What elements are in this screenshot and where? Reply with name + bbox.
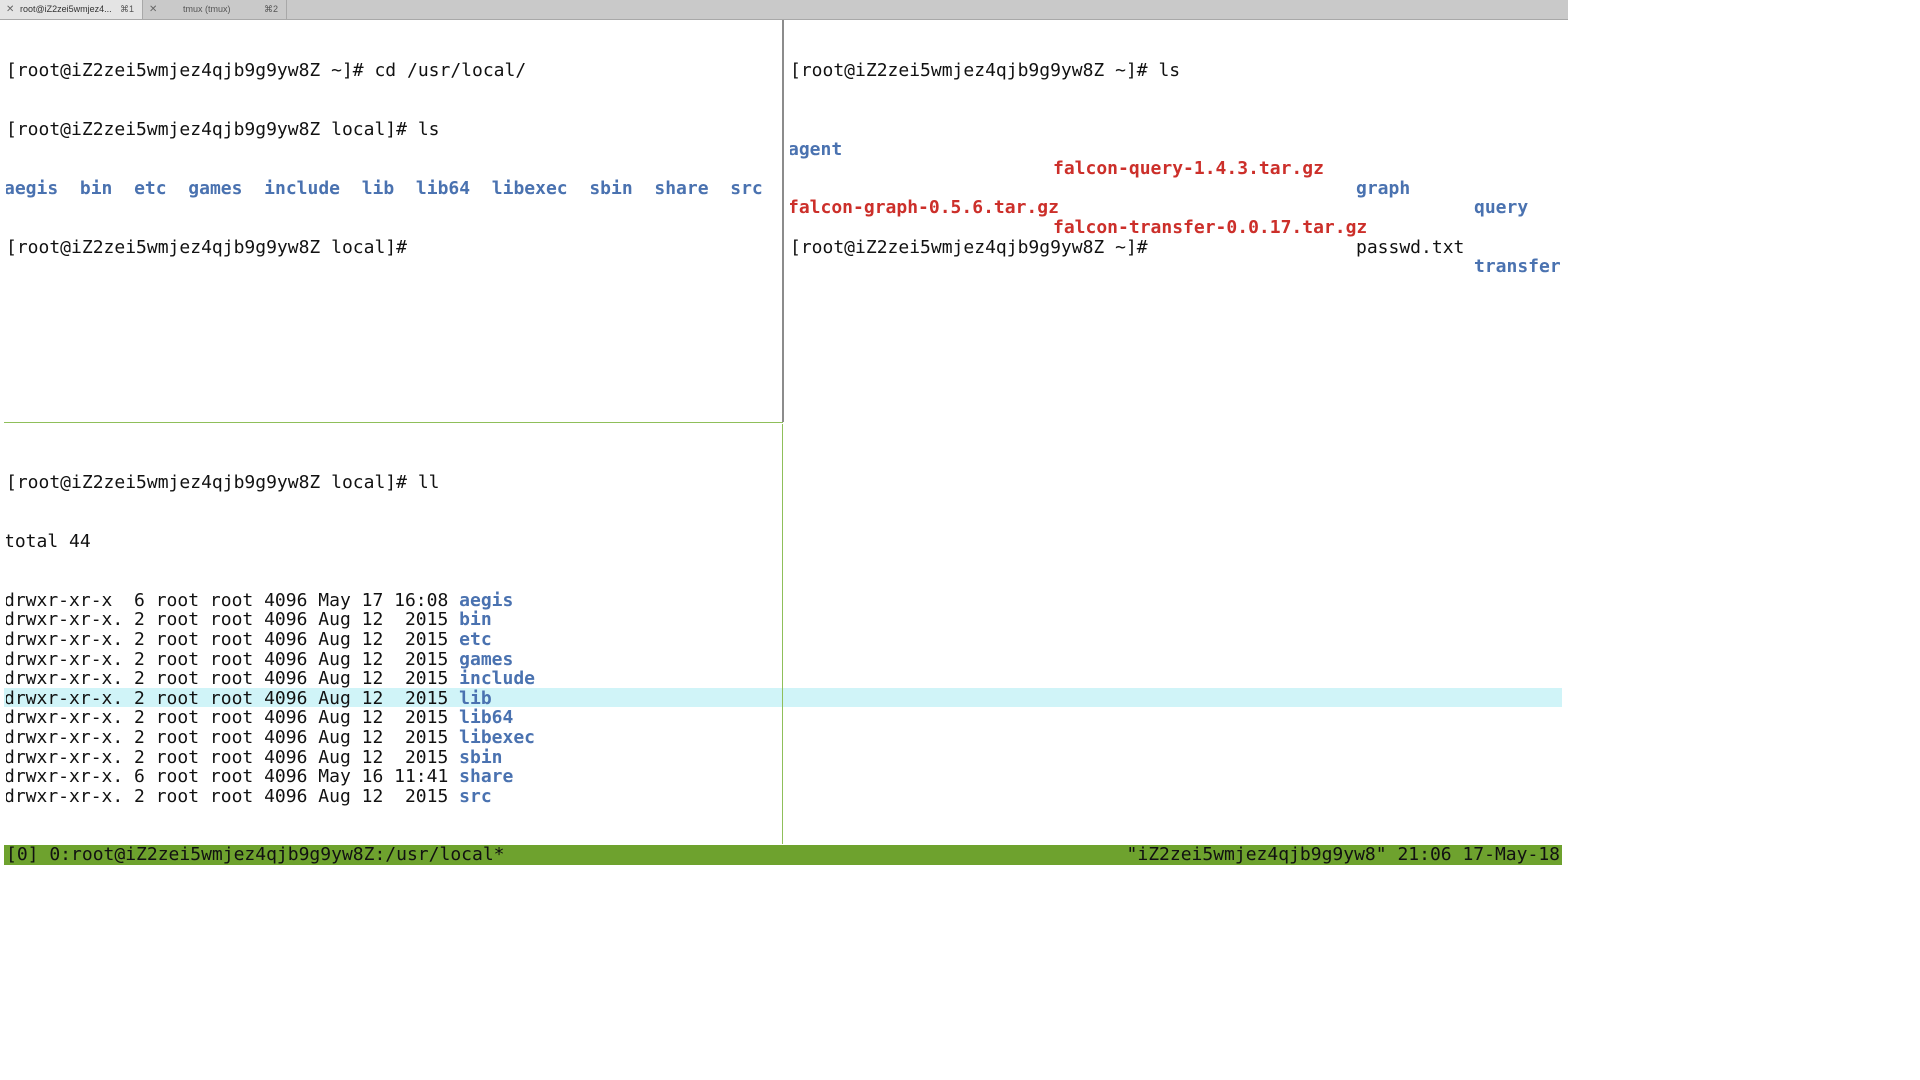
dir-entry: src — [730, 177, 763, 199]
archive-entry: falcon-transfer-0.0.17.tar.gz — [1053, 216, 1368, 238]
dir-entry: share — [459, 766, 514, 788]
shell-prompt: [root@iZ2zei5wmjez4qjb9g9yw8Z ~]# — [790, 60, 1159, 82]
command-text: ll — [417, 472, 440, 494]
shell-prompt: [root@iZ2zei5wmjez4qjb9g9yw8Z local]# — [6, 236, 418, 258]
status-window-list[interactable]: [0] 0:root@iZ2zei5wmjez4qjb9g9yw8Z:/usr/… — [6, 845, 505, 865]
shell-prompt: [root@iZ2zei5wmjez4qjb9g9yw8Z local]# — [6, 118, 418, 140]
close-tab-icon[interactable]: ✕ — [6, 0, 14, 19]
terminal-pane-top-left[interactable]: [root@iZ2zei5wmjez4qjb9g9yw8Z ~]# cd /us… — [6, 22, 780, 420]
dir-entry: transfer — [1474, 256, 1561, 278]
ll-listing: drwxr-xr-x 6 root root 4096 May 17 16:08… — [6, 589, 780, 807]
shell-prompt: [root@iZ2zei5wmjez4qjb9g9yw8Z ~]# — [790, 236, 1159, 258]
terminal-line: [root@iZ2zei5wmjez4qjb9g9yw8Z local]# ls — [6, 120, 780, 140]
dir-entry: games — [188, 177, 243, 199]
ls-output-line: aegis bin etc games include lib lib64 li… — [6, 177, 780, 199]
file-meta: drwxr-xr-x. 2 root root 4096 Aug 12 2015 — [6, 746, 460, 768]
shell-prompt: [root@iZ2zei5wmjez4qjb9g9yw8Z local]# — [6, 472, 418, 494]
terminal-line: [root@iZ2zei5wmjez4qjb9g9yw8Z ~]# cd /us… — [6, 61, 780, 81]
file-meta: drwxr-xr-x. 2 root root 4096 Aug 12 2015 — [6, 785, 460, 807]
ll-row: drwxr-xr-x. 2 root root 4096 Aug 12 2015… — [6, 785, 780, 807]
dir-entry: sbin — [459, 746, 503, 768]
dir-entry: bin — [79, 177, 113, 199]
file-meta: drwxr-xr-x. 2 root root 4096 Aug 12 2015 — [6, 707, 460, 729]
terminal-pane-bottom-left[interactable]: [root@iZ2zei5wmjez4qjb9g9yw8Z local]# ll… — [6, 434, 780, 842]
tab-2-title: tmux (tmux) — [183, 4, 231, 14]
dir-entry: etc — [459, 628, 492, 650]
terminal-line: [root@iZ2zei5wmjez4qjb9g9yw8Z local]# — [6, 236, 780, 258]
ll-row: drwxr-xr-x. 2 root root 4096 Aug 12 2015… — [6, 648, 780, 670]
tab-1-title: root@iZ2zei5wmjez4... — [20, 4, 112, 14]
dir-entry: bin — [459, 609, 492, 631]
dir-entry: include — [459, 668, 536, 690]
ls-output-line: falcon-graph-0.5.6.tar.gz falcon-transfe… — [790, 179, 1562, 276]
dir-entry: games — [459, 648, 514, 670]
terminal-line: [root@iZ2zei5wmjez4qjb9g9yw8Z ~]# ls — [790, 61, 1562, 81]
command-text: ls — [417, 118, 440, 140]
ll-row: drwxr-xr-x. 2 root root 4096 Aug 12 2015… — [6, 708, 780, 728]
ll-row: drwxr-xr-x. 2 root root 4096 Aug 12 2015… — [6, 728, 780, 748]
tab-1-shortcut: ⌘1 — [119, 4, 134, 14]
dir-entry: include — [264, 177, 341, 199]
dir-entry: aegis — [6, 177, 59, 199]
ll-row: drwxr-xr-x. 2 root root 4096 Aug 12 2015… — [6, 610, 780, 630]
dir-entry: sbin — [589, 177, 633, 199]
status-host-clock: "iZ2zei5wmjez4qjb9g9yw8" 21:06 17-May-18 — [1126, 844, 1560, 865]
file-meta: drwxr-xr-x. 2 root root 4096 Aug 12 2015 — [6, 668, 460, 690]
tab-2[interactable]: ✕ tmux (tmux) ⌘2 — [143, 0, 287, 19]
dir-entry: agent — [790, 138, 843, 160]
close-tab-icon[interactable]: ✕ — [149, 0, 157, 19]
file-meta: drwxr-xr-x. 6 root root 4096 May 16 11:4… — [6, 766, 460, 788]
dir-entry: share — [654, 177, 709, 199]
file-meta: drwxr-xr-x. 2 root root 4096 Aug 12 2015 — [6, 628, 460, 650]
dir-entry: libexec — [491, 177, 568, 199]
file-meta: drwxr-xr-x. 2 root root 4096 Aug 12 2015 — [6, 609, 460, 631]
terminal-pane-right[interactable]: [root@iZ2zei5wmjez4qjb9g9yw8Z ~]# ls age… — [790, 22, 1562, 842]
pane-divider-vertical-active[interactable] — [782, 424, 783, 844]
shell-prompt: [root@iZ2zei5wmjez4qjb9g9yw8Z ~]# — [6, 60, 375, 82]
archive-entry: falcon-query-1.4.3.tar.gz — [1053, 158, 1324, 180]
terminal-tab-bar: ✕ root@iZ2zei5wmjez4... ⌘1 ✕ tmux (tmux)… — [0, 0, 1568, 20]
dir-entry: lib — [361, 177, 395, 199]
archive-entry: falcon-graph-0.5.6.tar.gz — [790, 197, 1059, 219]
file-entry: passwd.txt — [1356, 236, 1465, 258]
ll-row: drwxr-xr-x 6 root root 4096 May 17 16:08… — [6, 589, 780, 611]
dir-entry: lib — [459, 687, 492, 709]
dir-entry: aegis — [459, 589, 514, 611]
ll-row: drwxr-xr-x. 2 root root 4096 Aug 12 2015… — [6, 746, 780, 768]
ll-row: drwxr-xr-x. 2 root root 4096 Aug 12 2015… — [6, 630, 780, 650]
command-text: cd /usr/local/ — [374, 60, 527, 82]
file-meta: drwxr-xr-x. 2 root root 4096 Aug 12 2015 — [6, 648, 460, 670]
ll-row: drwxr-xr-x. 6 root root 4096 May 16 11:4… — [6, 767, 780, 787]
file-meta: drwxr-xr-x. 2 root root 4096 Aug 12 2015 — [6, 687, 460, 709]
dir-entry: lib64 — [459, 707, 514, 729]
pane-divider-horizontal[interactable] — [4, 422, 783, 423]
terminal-line: [root@iZ2zei5wmjez4qjb9g9yw8Z local]# ll — [6, 473, 780, 493]
tab-1[interactable]: ✕ root@iZ2zei5wmjez4... ⌘1 — [0, 0, 143, 19]
dir-entry: query — [1474, 197, 1529, 219]
ll-row: drwxr-xr-x. 2 root root 4096 Aug 12 2015… — [6, 669, 780, 689]
tab-2-shortcut: ⌘2 — [263, 4, 278, 14]
file-meta: drwxr-xr-x 6 root root 4096 May 17 16:08 — [6, 589, 460, 611]
ll-total: total 44 — [6, 530, 91, 552]
ll-row: drwxr-xr-x. 2 root root 4096 Aug 12 2015… — [6, 687, 780, 709]
dir-entry: libexec — [459, 726, 536, 748]
dir-entry: etc — [134, 177, 167, 199]
file-meta: drwxr-xr-x. 2 root root 4096 Aug 12 2015 — [6, 726, 460, 748]
tmux-status-bar: [0] 0:root@iZ2zei5wmjez4qjb9g9yw8Z:/usr/… — [4, 845, 1562, 865]
pane-divider-vertical[interactable] — [782, 20, 784, 422]
dir-entry: lib64 — [415, 177, 471, 199]
ls-output-line: agent falcon-query-1.4.3.tar.gz graph qu… — [790, 120, 1562, 217]
command-text: ls — [1158, 60, 1181, 82]
dir-entry: src — [459, 785, 492, 807]
